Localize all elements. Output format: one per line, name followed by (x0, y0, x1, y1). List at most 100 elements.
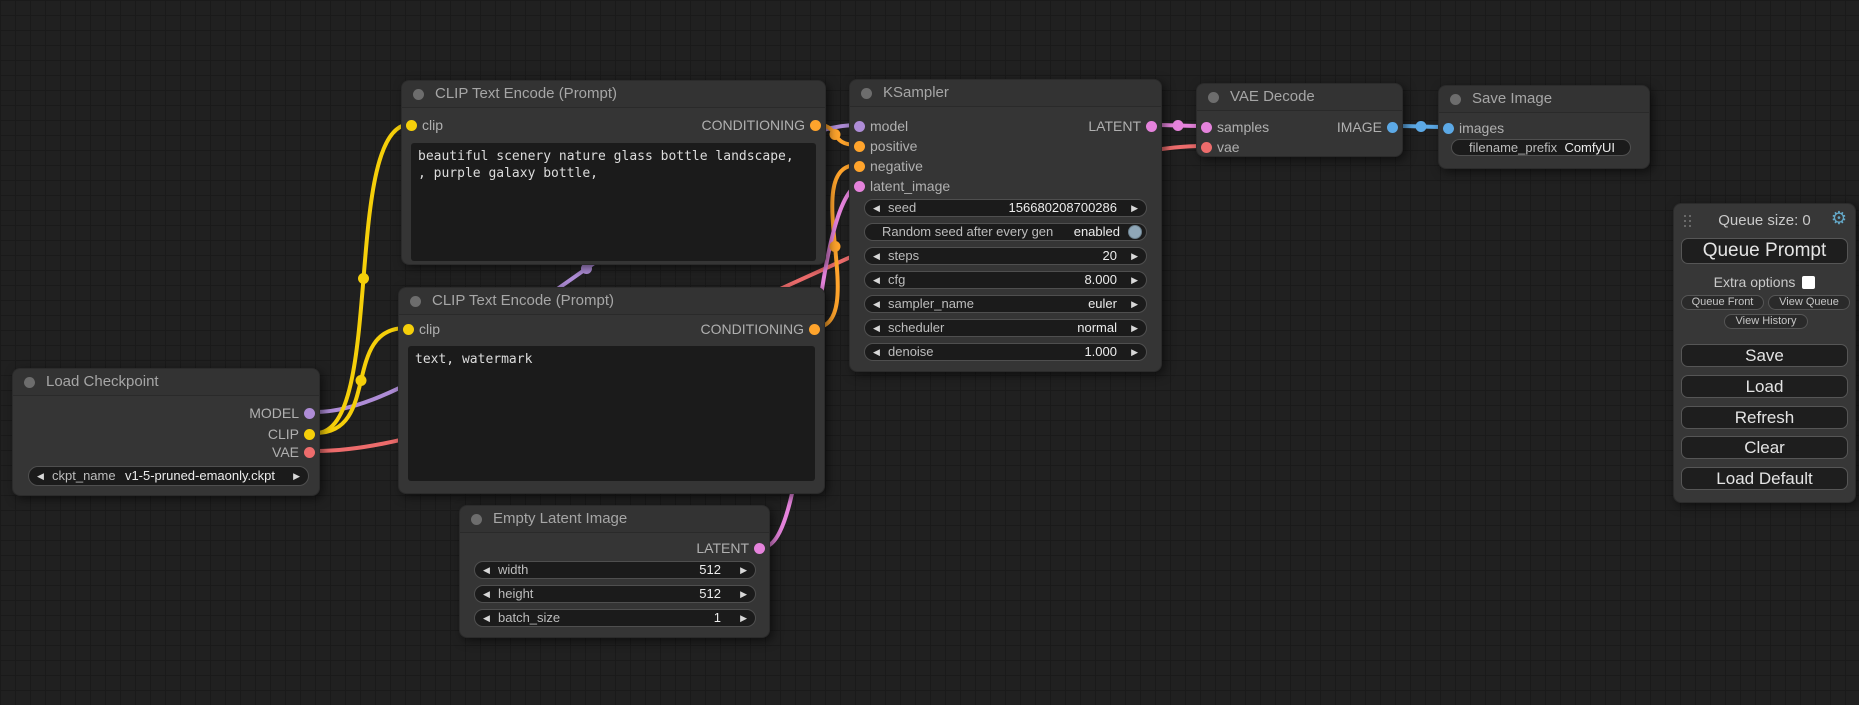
link-midpoint-dot[interactable] (358, 273, 369, 284)
steps-widget[interactable]: ◀ steps 20 ▶ (864, 247, 1147, 265)
negative-input-dot[interactable] (854, 161, 865, 172)
increment-arrow-icon[interactable]: ▶ (740, 610, 747, 626)
clip-output-dot[interactable] (304, 429, 315, 440)
save-button[interactable]: Save (1681, 344, 1848, 367)
increment-arrow-icon[interactable]: ▶ (740, 562, 747, 578)
sampler-name-widget[interactable]: ◀ sampler_name euler ▶ (864, 295, 1147, 313)
node-title-bar[interactable]: Save Image (1439, 86, 1649, 113)
decrement-arrow-icon[interactable]: ◀ (873, 272, 880, 288)
vae-input-dot[interactable] (1201, 142, 1212, 153)
collapse-dot-icon[interactable] (861, 88, 872, 99)
node-clip-text-encode-positive[interactable]: CLIP Text Encode (Prompt) clip CONDITION… (401, 80, 826, 265)
widget-value[interactable]: 1.000 (1084, 344, 1117, 360)
samples-input-dot[interactable] (1201, 122, 1212, 133)
widget-value[interactable]: 512 (699, 562, 721, 578)
clear-button[interactable]: Clear (1681, 436, 1848, 459)
clip-input-dot[interactable] (403, 324, 414, 335)
denoise-widget[interactable]: ◀ denoise 1.000 ▶ (864, 343, 1147, 361)
collapse-dot-icon[interactable] (471, 514, 482, 525)
latent-output-dot[interactable] (754, 543, 765, 554)
widget-value[interactable]: normal (1077, 320, 1117, 336)
random-seed-widget[interactable]: Random seed after every gen enabled (864, 223, 1147, 241)
collapse-dot-icon[interactable] (410, 296, 421, 307)
decrement-arrow-icon[interactable]: ◀ (873, 200, 880, 216)
node-title-bar[interactable]: KSampler (850, 80, 1161, 107)
node-title-bar[interactable]: Empty Latent Image (460, 506, 769, 533)
increment-arrow-icon[interactable]: ▶ (740, 586, 747, 602)
latent-output-dot[interactable] (1146, 121, 1157, 132)
queue-prompt-button[interactable]: Queue Prompt (1681, 238, 1848, 264)
width-widget[interactable]: ◀ width 512 ▶ (474, 561, 756, 579)
conditioning-output-dot[interactable] (809, 324, 820, 335)
comfyui-canvas[interactable]: { "icons": { "left_arrow": "◀", "right_a… (0, 0, 1859, 705)
decrement-arrow-icon[interactable]: ◀ (483, 562, 490, 578)
increment-arrow-icon[interactable]: ▶ (1131, 248, 1138, 264)
widget-value[interactable]: 8.000 (1084, 272, 1117, 288)
increment-arrow-icon[interactable]: ▶ (1131, 320, 1138, 336)
node-clip-text-encode-negative[interactable]: CLIP Text Encode (Prompt) clip CONDITION… (398, 287, 825, 494)
increment-arrow-icon[interactable]: ▶ (1131, 344, 1138, 360)
filename-prefix-widget[interactable]: filename_prefix ComfyUI (1451, 139, 1631, 156)
node-load-checkpoint[interactable]: Load Checkpoint MODEL CLIP VAE ◀ ckpt_na… (12, 368, 320, 496)
scheduler-widget[interactable]: ◀ scheduler normal ▶ (864, 319, 1147, 337)
widget-value[interactable]: v1-5-pruned-emaonly.ckpt (125, 467, 275, 485)
increment-arrow-icon[interactable]: ▶ (1131, 272, 1138, 288)
queue-front-button[interactable]: Queue Front (1681, 295, 1764, 310)
refresh-button[interactable]: Refresh (1681, 406, 1848, 429)
image-output-dot[interactable] (1387, 122, 1398, 133)
seed-widget[interactable]: ◀ seed 156680208700286 ▶ (864, 199, 1147, 217)
node-save-image[interactable]: Save Image images filename_prefix ComfyU… (1438, 85, 1650, 169)
widget-value[interactable]: 20 (1103, 248, 1117, 264)
decrement-arrow-icon[interactable]: ◀ (483, 586, 490, 602)
view-history-button[interactable]: View History (1724, 314, 1808, 329)
load-button[interactable]: Load (1681, 375, 1848, 398)
widget-value[interactable]: 156680208700286 (1009, 200, 1117, 216)
node-title-bar[interactable]: Load Checkpoint (13, 369, 319, 396)
decrement-arrow-icon[interactable]: ◀ (873, 248, 880, 264)
decrement-arrow-icon[interactable]: ◀ (483, 610, 490, 626)
view-queue-button[interactable]: View Queue (1768, 295, 1850, 310)
height-widget[interactable]: ◀ height 512 ▶ (474, 585, 756, 603)
widget-value[interactable]: euler (1088, 296, 1117, 312)
node-empty-latent-image[interactable]: Empty Latent Image LATENT ◀ width 512 ▶ … (459, 505, 770, 638)
widget-value[interactable]: ComfyUI (1564, 140, 1615, 155)
collapse-dot-icon[interactable] (1450, 94, 1461, 105)
load-default-button[interactable]: Load Default (1681, 467, 1848, 490)
link-midpoint-dot[interactable] (1416, 121, 1427, 132)
increment-arrow-icon[interactable]: ▶ (1131, 296, 1138, 312)
clip-input-dot[interactable] (406, 120, 417, 131)
link-midpoint-dot[interactable] (830, 129, 841, 140)
widget-value[interactable]: 1 (714, 610, 721, 626)
collapse-dot-icon[interactable] (413, 89, 424, 100)
link-midpoint-dot[interactable] (356, 375, 367, 386)
latent-image-input-dot[interactable] (854, 181, 865, 192)
ckpt-name-widget[interactable]: ◀ ckpt_name v1-5-pruned-emaonly.ckpt ▶ (28, 466, 309, 486)
link-midpoint-dot[interactable] (1173, 120, 1184, 131)
node-title-bar[interactable]: VAE Decode (1197, 84, 1402, 111)
node-title-bar[interactable]: CLIP Text Encode (Prompt) (402, 81, 825, 108)
increment-arrow-icon[interactable]: ▶ (293, 467, 300, 485)
node-vae-decode[interactable]: VAE Decode samples vae IMAGE (1196, 83, 1403, 157)
decrement-arrow-icon[interactable]: ◀ (37, 467, 44, 485)
batch-size-widget[interactable]: ◀ batch_size 1 ▶ (474, 609, 756, 627)
extra-options-checkbox[interactable] (1802, 276, 1815, 289)
decrement-arrow-icon[interactable]: ◀ (873, 296, 880, 312)
images-input-dot[interactable] (1443, 123, 1454, 134)
positive-input-dot[interactable] (854, 141, 865, 152)
collapse-dot-icon[interactable] (1208, 92, 1219, 103)
positive-prompt-textarea[interactable]: beautiful scenery nature glass bottle la… (411, 143, 816, 261)
collapse-dot-icon[interactable] (24, 377, 35, 388)
decrement-arrow-icon[interactable]: ◀ (873, 344, 880, 360)
model-output-dot[interactable] (304, 408, 315, 419)
cfg-widget[interactable]: ◀ cfg 8.000 ▶ (864, 271, 1147, 289)
vae-output-dot[interactable] (304, 447, 315, 458)
widget-value[interactable]: 512 (699, 586, 721, 602)
link-midpoint-dot[interactable] (830, 241, 841, 252)
node-ksampler[interactable]: KSampler model positive negative latent_… (849, 79, 1162, 372)
conditioning-output-dot[interactable] (810, 120, 821, 131)
model-input-dot[interactable] (854, 121, 865, 132)
decrement-arrow-icon[interactable]: ◀ (873, 320, 880, 336)
random-seed-toggle[interactable] (1128, 225, 1142, 239)
increment-arrow-icon[interactable]: ▶ (1131, 200, 1138, 216)
negative-prompt-textarea[interactable]: text, watermark (408, 346, 815, 481)
